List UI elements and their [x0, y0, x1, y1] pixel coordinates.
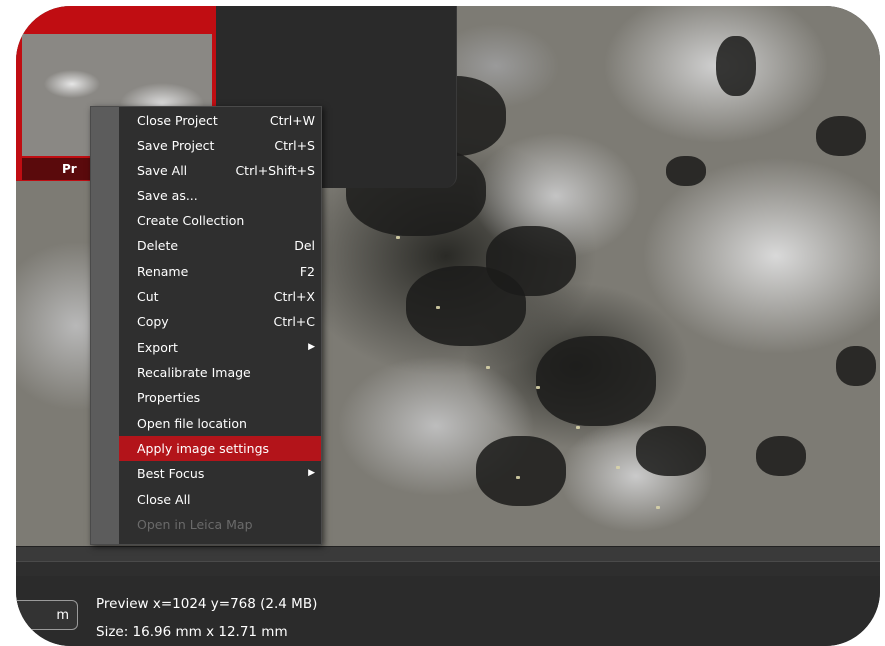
menu-item-label: Export	[137, 340, 178, 355]
menu-item-save-project[interactable]: Save Project Ctrl+S	[119, 133, 321, 158]
menu-item-shortcut: F2	[299, 264, 315, 279]
menu-item-label: Save Project	[137, 138, 215, 153]
menu-item-label: Save All	[137, 163, 188, 178]
mineral-speck	[576, 426, 580, 429]
menu-item-label: Properties	[137, 390, 201, 405]
menu-item-label: Close Project	[137, 113, 218, 128]
menu-item-shortcut: Del	[294, 238, 315, 253]
mineral-speck	[536, 386, 540, 389]
mineral-grain	[636, 426, 706, 476]
menu-item-cut[interactable]: Cut Ctrl+X	[119, 284, 321, 309]
menu-item-apply-image-settings[interactable]: Apply image settings	[119, 436, 321, 461]
mineral-grain	[476, 436, 566, 506]
menu-item-best-focus[interactable]: Best Focus ▶	[119, 461, 321, 486]
menu-item-shortcut: Ctrl+C	[273, 314, 315, 329]
scrollbar-track[interactable]	[16, 561, 880, 577]
mineral-speck	[516, 476, 520, 479]
mineral-grain	[406, 266, 526, 346]
mineral-speck	[656, 506, 660, 509]
menu-item-open-file-location[interactable]: Open file location	[119, 411, 321, 436]
menu-item-label: Open file location	[137, 416, 247, 431]
menu-item-create-collection[interactable]: Create Collection	[119, 208, 321, 233]
size-info: Size: 16.96 mm x 12.71 mm	[96, 624, 288, 640]
mineral-grain	[536, 336, 656, 426]
mineral-grain	[756, 436, 806, 476]
menu-item-label: Recalibrate Image	[137, 365, 251, 380]
menu-icon-gutter	[91, 107, 119, 544]
menu-item-save-as[interactable]: Save as...	[119, 183, 321, 208]
menu-item-recalibrate-image[interactable]: Recalibrate Image	[119, 360, 321, 385]
menu-item-shortcut: Ctrl+S	[274, 138, 315, 153]
menu-item-export[interactable]: Export ▶	[119, 335, 321, 360]
menu-item-label: Create Collection	[137, 213, 245, 228]
mineral-grain	[716, 36, 756, 96]
mineral-grain	[666, 156, 706, 186]
submenu-arrow-icon: ▶	[308, 342, 315, 352]
application-window: Pr m Preview x=1024 y=768 (2.4 MB) Size:…	[16, 6, 880, 646]
menu-item-copy[interactable]: Copy Ctrl+C	[119, 309, 321, 334]
menu-item-close-project[interactable]: Close Project Ctrl+W	[119, 108, 321, 133]
context-menu: Close Project Ctrl+W Save Project Ctrl+S…	[90, 106, 322, 545]
menu-item-label: Open in Leica Map	[137, 517, 253, 532]
menu-item-label: Rename	[137, 264, 189, 279]
mineral-grain	[816, 116, 866, 156]
mineral-speck	[616, 466, 620, 469]
zoom-button[interactable]: m	[16, 600, 78, 630]
mineral-speck	[486, 366, 490, 369]
mineral-grain	[836, 346, 876, 386]
menu-item-shortcut: Ctrl+Shift+S	[235, 163, 315, 178]
menu-item-properties[interactable]: Properties	[119, 385, 321, 410]
menu-item-shortcut: Ctrl+X	[273, 289, 315, 304]
mineral-speck	[436, 306, 440, 309]
menu-item-label: Best Focus	[137, 466, 205, 481]
menu-item-shortcut: Ctrl+W	[269, 113, 315, 128]
menu-item-open-in-leica-map: Open in Leica Map	[119, 512, 321, 537]
menu-item-save-all[interactable]: Save All Ctrl+Shift+S	[119, 158, 321, 183]
menu-item-close-all[interactable]: Close All	[119, 487, 321, 512]
menu-item-label: Delete	[137, 238, 179, 253]
menu-item-delete[interactable]: Delete Del	[119, 233, 321, 258]
menu-item-label: Cut	[137, 289, 159, 304]
menu-item-label: Copy	[137, 314, 169, 329]
preview-info: Preview x=1024 y=768 (2.4 MB)	[96, 596, 318, 612]
menu-item-rename[interactable]: Rename F2	[119, 259, 321, 284]
menu-item-label: Save as...	[137, 188, 198, 203]
mineral-speck	[396, 236, 400, 239]
submenu-arrow-icon: ▶	[308, 468, 315, 478]
menu-item-label: Apply image settings	[137, 441, 270, 456]
menu-item-label: Close All	[137, 492, 191, 507]
